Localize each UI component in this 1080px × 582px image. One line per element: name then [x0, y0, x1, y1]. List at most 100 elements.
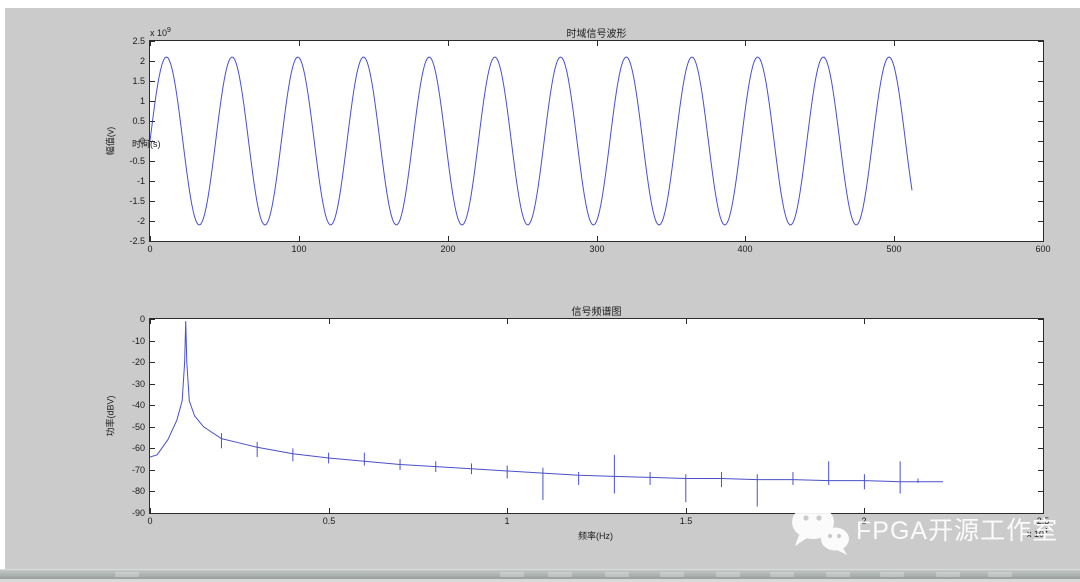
x-tick-label: 1.5	[671, 516, 701, 526]
taskbar-item[interactable]	[115, 572, 139, 577]
y-tick-mark	[1038, 101, 1043, 102]
taskbar-item[interactable]	[826, 572, 850, 577]
y-tick-mark	[1038, 241, 1043, 242]
x-tick-mark	[507, 319, 508, 324]
y-tick-label: -30	[109, 379, 145, 389]
taskbar-item[interactable]	[770, 572, 794, 577]
taskbar-item[interactable]	[548, 572, 572, 577]
y-tick-mark	[1038, 181, 1043, 182]
y-tick-mark	[150, 101, 155, 102]
y-tick-mark	[150, 319, 155, 320]
spectrum-line	[150, 319, 1043, 513]
y-tick-mark	[1038, 384, 1043, 385]
x-tick-label: 100	[284, 244, 314, 254]
y-tick-mark	[150, 41, 155, 42]
y-tick-mark	[150, 181, 155, 182]
time-domain-plot: 时域信号波形 x 109 幅值(v) 时间(s) 010020030040050…	[149, 40, 1044, 242]
y-tick-mark	[150, 61, 155, 62]
x-tick-mark	[329, 508, 330, 513]
y-tick-mark	[1038, 448, 1043, 449]
watermark: FPGA开源工作室	[789, 501, 1058, 557]
y-tick-mark	[1038, 362, 1043, 363]
x-tick-mark	[597, 236, 598, 241]
y-tick-label: -2	[109, 216, 145, 226]
y-tick-mark	[150, 161, 155, 162]
y-tick-mark	[150, 384, 155, 385]
y-tick-mark	[150, 221, 155, 222]
y-tick-mark	[150, 491, 155, 492]
x-tick-mark	[686, 508, 687, 513]
y-tick-mark	[150, 201, 155, 202]
y-tick-mark	[1038, 201, 1043, 202]
y-tick-mark	[1038, 341, 1043, 342]
x-tick-mark	[1043, 319, 1044, 324]
y-tick-label: 2	[109, 56, 145, 66]
taskbar-item[interactable]	[660, 572, 684, 577]
x-tick-mark	[299, 41, 300, 46]
y-tick-mark	[150, 241, 155, 242]
taskbar-item[interactable]	[936, 572, 960, 577]
x-tick-mark	[745, 236, 746, 241]
y-tick-label: 1.5	[109, 76, 145, 86]
x-tick-mark	[745, 41, 746, 46]
waveform-line	[150, 41, 1043, 241]
y-tick-label: -40	[109, 400, 145, 410]
watermark-text: FPGA开源工作室	[856, 511, 1058, 547]
y-tick-mark	[150, 448, 155, 449]
y-tick-label: -50	[109, 422, 145, 432]
y-tick-mark	[1038, 405, 1043, 406]
x-tick-mark	[686, 319, 687, 324]
y-tick-mark	[1038, 491, 1043, 492]
taskbar-item[interactable]	[716, 572, 740, 577]
y-tick-mark	[1038, 319, 1043, 320]
y-tick-label: 2.5	[109, 36, 145, 46]
x-tick-mark	[597, 41, 598, 46]
y-tick-label: -10	[109, 336, 145, 346]
y-tick-mark	[1038, 41, 1043, 42]
taskbar-item[interactable]	[605, 572, 629, 577]
y-tick-mark	[150, 81, 155, 82]
taskbar-item[interactable]	[988, 572, 1012, 577]
y-tick-mark	[1038, 161, 1043, 162]
matlab-figure-canvas: 时域信号波形 x 109 幅值(v) 时间(s) 010020030040050…	[5, 8, 1080, 569]
taskbar-item[interactable]	[880, 572, 904, 577]
taskbar-strip[interactable]	[0, 569, 1080, 579]
y-tick-mark	[150, 141, 155, 142]
screenshot-root: 时域信号波形 x 109 幅值(v) 时间(s) 010020030040050…	[0, 0, 1080, 582]
y-tick-mark	[150, 427, 155, 428]
y-tick-mark	[1038, 221, 1043, 222]
x-tick-mark	[448, 41, 449, 46]
spectrum-xlabel: 频率(Hz)	[578, 529, 613, 542]
y-tick-mark	[150, 362, 155, 363]
x-tick-label: 200	[433, 244, 463, 254]
y-tick-mark	[1038, 121, 1043, 122]
y-tick-label: -20	[109, 357, 145, 367]
x-tick-mark	[1043, 236, 1044, 241]
time-domain-title: 时域信号波形	[150, 25, 1043, 40]
x-tick-label: 1	[492, 516, 522, 526]
y-tick-mark	[1038, 81, 1043, 82]
y-tick-mark	[1038, 470, 1043, 471]
x-tick-mark	[329, 319, 330, 324]
x-tick-mark	[864, 319, 865, 324]
x-tick-mark	[448, 236, 449, 241]
y-tick-label: -1.5	[109, 196, 145, 206]
y-tick-mark	[150, 405, 155, 406]
x-tick-mark	[894, 41, 895, 46]
y-tick-label: -2.5	[109, 236, 145, 246]
x-tick-label: 500	[879, 244, 909, 254]
y-tick-label: -90	[109, 508, 145, 518]
y-tick-mark	[1038, 141, 1043, 142]
x-tick-mark	[1043, 41, 1044, 46]
y-tick-label: -80	[109, 486, 145, 496]
taskbar-item[interactable]	[500, 572, 524, 577]
y-tick-label: -1	[109, 176, 145, 186]
y-tick-label: -70	[109, 465, 145, 475]
y-tick-mark	[150, 121, 155, 122]
wechat-icon	[789, 502, 851, 556]
y-tick-mark	[1038, 61, 1043, 62]
y-tick-label: 0.5	[109, 116, 145, 126]
x-tick-label: 300	[582, 244, 612, 254]
x-tick-mark	[299, 236, 300, 241]
y-tick-label: 1	[109, 96, 145, 106]
